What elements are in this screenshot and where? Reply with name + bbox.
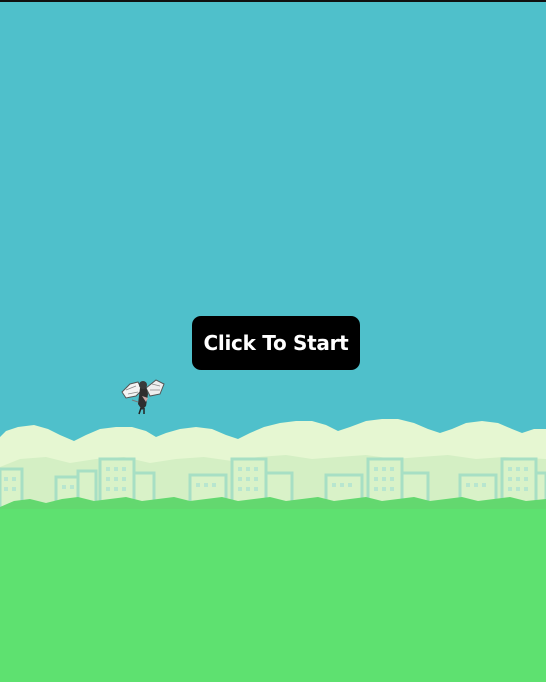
fairy-head [139, 381, 147, 389]
right-wing [145, 379, 165, 397]
ground [0, 509, 546, 682]
fairy-player-sprite [121, 379, 165, 415]
grass-field [0, 509, 546, 682]
left-wing [121, 381, 143, 399]
start-button[interactable]: Click To Start [192, 316, 360, 370]
game-canvas[interactable]: Click To Start [0, 0, 546, 682]
